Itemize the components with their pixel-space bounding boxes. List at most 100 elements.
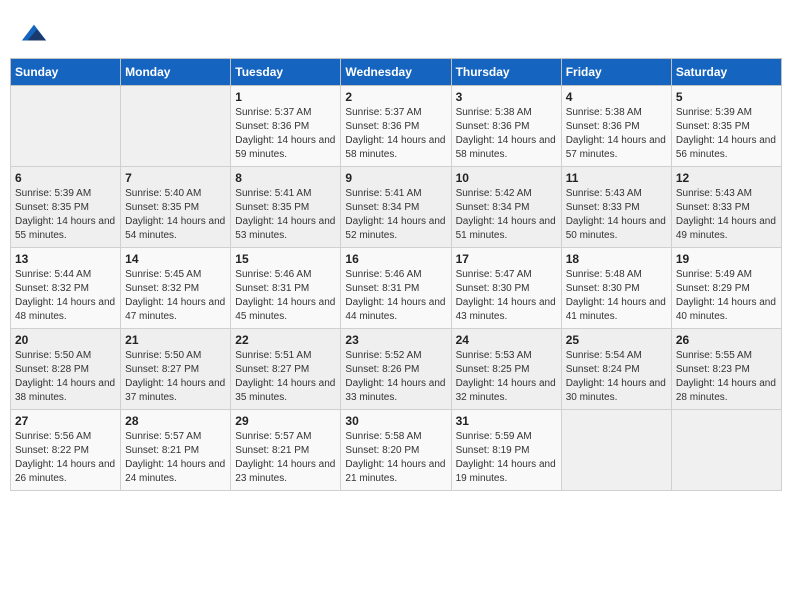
day-number: 9: [345, 171, 446, 185]
calendar-cell: 7Sunrise: 5:40 AMSunset: 8:35 PMDaylight…: [121, 167, 231, 248]
day-number: 26: [676, 333, 777, 347]
cell-content: Sunrise: 5:38 AMSunset: 8:36 PMDaylight:…: [456, 106, 557, 162]
cell-content: Sunrise: 5:38 AMSunset: 8:36 PMDaylight:…: [566, 106, 667, 162]
calendar-week-row: 20Sunrise: 5:50 AMSunset: 8:28 PMDayligh…: [11, 329, 782, 410]
cell-content: Sunrise: 5:41 AMSunset: 8:34 PMDaylight:…: [345, 187, 446, 243]
cell-content: Sunrise: 5:50 AMSunset: 8:27 PMDaylight:…: [125, 349, 226, 405]
calendar-cell: 13 Sunrise: 5:44 AMSunset: 8:32 PMDayligh…: [11, 248, 121, 329]
calendar-cell: 3 Sunrise: 5:38 AMSunset: 8:36 PMDaylight…: [451, 86, 561, 167]
cell-content: Sunrise: 5:59 AMSunset: 8:19 PMDaylight:…: [456, 430, 557, 486]
calendar-cell: 1 Sunrise: 5:37 AMSunset: 8:36 PMDaylight…: [231, 86, 341, 167]
weekday-header-monday: Monday: [121, 59, 231, 86]
day-number: 1: [235, 90, 336, 104]
calendar-cell: 28Sunrise: 5:57 AMSunset: 8:21 PMDayligh…: [121, 410, 231, 491]
page-header: [10, 10, 782, 53]
calendar-cell: 25Sunrise: 5:54 AMSunset: 8:24 PMDayligh…: [561, 329, 671, 410]
day-number: 24: [456, 333, 557, 347]
day-number: 25: [566, 333, 667, 347]
day-number: 15: [235, 252, 336, 266]
calendar-cell: 26 Sunrise: 5:55 AMSunset: 8:23 PMDayligh…: [671, 329, 781, 410]
cell-content: Sunrise: 5:46 AMSunset: 8:31 PMDaylight:…: [345, 268, 446, 324]
weekday-header-saturday: Saturday: [671, 59, 781, 86]
day-number: 7: [125, 171, 226, 185]
cell-content: Sunrise: 5:43 AMSunset: 8:33 PMDaylight:…: [676, 187, 777, 243]
calendar-cell: 8Sunrise: 5:41 AMSunset: 8:35 PMDaylight…: [231, 167, 341, 248]
day-number: 3: [456, 90, 557, 104]
cell-content: Sunrise: 5:51 AMSunset: 8:27 PMDaylight:…: [235, 349, 336, 405]
cell-content: Sunrise: 5:45 AMSunset: 8:32 PMDaylight:…: [125, 268, 226, 324]
cell-content: Sunrise: 5:58 AMSunset: 8:20 PMDaylight:…: [345, 430, 446, 486]
calendar-week-row: 6 Sunrise: 5:39 AMSunset: 8:35 PMDaylight…: [11, 167, 782, 248]
calendar-cell: [121, 86, 231, 167]
day-number: 21: [125, 333, 226, 347]
day-number: 23: [345, 333, 446, 347]
day-number: 16: [345, 252, 446, 266]
weekday-header-friday: Friday: [561, 59, 671, 86]
day-number: 10: [456, 171, 557, 185]
calendar-cell: 9 Sunrise: 5:41 AMSunset: 8:34 PMDaylight…: [341, 167, 451, 248]
calendar-cell: 16 Sunrise: 5:46 AMSunset: 8:31 PMDayligh…: [341, 248, 451, 329]
day-number: 29: [235, 414, 336, 428]
calendar-table: SundayMondayTuesdayWednesdayThursdayFrid…: [10, 58, 782, 491]
cell-content: Sunrise: 5:46 AMSunset: 8:31 PMDaylight:…: [235, 268, 336, 324]
calendar-cell: 6 Sunrise: 5:39 AMSunset: 8:35 PMDaylight…: [11, 167, 121, 248]
calendar-cell: 18 Sunrise: 5:48 AMSunset: 8:30 PMDayligh…: [561, 248, 671, 329]
cell-content: Sunrise: 5:37 AMSunset: 8:36 PMDaylight:…: [345, 106, 446, 162]
calendar-cell: 4 Sunrise: 5:38 AMSunset: 8:36 PMDaylight…: [561, 86, 671, 167]
cell-content: Sunrise: 5:49 AMSunset: 8:29 PMDaylight:…: [676, 268, 777, 324]
cell-content: Sunrise: 5:39 AMSunset: 8:35 PMDaylight:…: [676, 106, 777, 162]
calendar-cell: 19Sunrise: 5:49 AMSunset: 8:29 PMDayligh…: [671, 248, 781, 329]
day-number: 6: [15, 171, 116, 185]
day-number: 13: [15, 252, 116, 266]
calendar-cell: 23 Sunrise: 5:52 AMSunset: 8:26 PMDayligh…: [341, 329, 451, 410]
cell-content: Sunrise: 5:56 AMSunset: 8:22 PMDaylight:…: [15, 430, 116, 486]
cell-content: Sunrise: 5:53 AMSunset: 8:25 PMDaylight:…: [456, 349, 557, 405]
calendar-cell: 27 Sunrise: 5:56 AMSunset: 8:22 PMDayligh…: [11, 410, 121, 491]
day-number: 2: [345, 90, 446, 104]
calendar-cell: 15 Sunrise: 5:46 AMSunset: 8:31 PMDayligh…: [231, 248, 341, 329]
calendar-cell: [11, 86, 121, 167]
day-number: 20: [15, 333, 116, 347]
calendar-cell: 31 Sunrise: 5:59 AMSunset: 8:19 PMDayligh…: [451, 410, 561, 491]
day-number: 31: [456, 414, 557, 428]
day-number: 4: [566, 90, 667, 104]
weekday-header-wednesday: Wednesday: [341, 59, 451, 86]
calendar-cell: 24 Sunrise: 5:53 AMSunset: 8:25 PMDayligh…: [451, 329, 561, 410]
day-number: 11: [566, 171, 667, 185]
day-number: 14: [125, 252, 226, 266]
day-number: 22: [235, 333, 336, 347]
day-number: 12: [676, 171, 777, 185]
calendar-cell: 30 Sunrise: 5:58 AMSunset: 8:20 PMDayligh…: [341, 410, 451, 491]
calendar-week-row: 1 Sunrise: 5:37 AMSunset: 8:36 PMDaylight…: [11, 86, 782, 167]
calendar-cell: 22 Sunrise: 5:51 AMSunset: 8:27 PMDayligh…: [231, 329, 341, 410]
cell-content: Sunrise: 5:57 AMSunset: 8:21 PMDaylight:…: [125, 430, 226, 486]
cell-content: Sunrise: 5:55 AMSunset: 8:23 PMDaylight:…: [676, 349, 777, 405]
calendar-cell: 12 Sunrise: 5:43 AMSunset: 8:33 PMDayligh…: [671, 167, 781, 248]
logo-icon: [20, 20, 48, 48]
cell-content: Sunrise: 5:42 AMSunset: 8:34 PMDaylight:…: [456, 187, 557, 243]
weekday-header-sunday: Sunday: [11, 59, 121, 86]
cell-content: Sunrise: 5:48 AMSunset: 8:30 PMDaylight:…: [566, 268, 667, 324]
calendar-cell: [561, 410, 671, 491]
cell-content: Sunrise: 5:52 AMSunset: 8:26 PMDaylight:…: [345, 349, 446, 405]
logo: [20, 20, 50, 48]
cell-content: Sunrise: 5:44 AMSunset: 8:32 PMDaylight:…: [15, 268, 116, 324]
calendar-cell: 21 Sunrise: 5:50 AMSunset: 8:27 PMDayligh…: [121, 329, 231, 410]
cell-content: Sunrise: 5:57 AMSunset: 8:21 PMDaylight:…: [235, 430, 336, 486]
day-number: 5: [676, 90, 777, 104]
cell-content: Sunrise: 5:37 AMSunset: 8:36 PMDaylight:…: [235, 106, 336, 162]
day-number: 17: [456, 252, 557, 266]
day-number: 30: [345, 414, 446, 428]
calendar-cell: 29 Sunrise: 5:57 AMSunset: 8:21 PMDayligh…: [231, 410, 341, 491]
calendar-week-row: 13 Sunrise: 5:44 AMSunset: 8:32 PMDayligh…: [11, 248, 782, 329]
weekday-header-row: SundayMondayTuesdayWednesdayThursdayFrid…: [11, 59, 782, 86]
cell-content: Sunrise: 5:39 AMSunset: 8:35 PMDaylight:…: [15, 187, 116, 243]
day-number: 27: [15, 414, 116, 428]
calendar-cell: 2 Sunrise: 5:37 AMSunset: 8:36 PMDaylight…: [341, 86, 451, 167]
cell-content: Sunrise: 5:41 AMSunset: 8:35 PMDaylight:…: [235, 187, 336, 243]
calendar-cell: 10 Sunrise: 5:42 AMSunset: 8:34 PMDayligh…: [451, 167, 561, 248]
calendar-cell: 5 Sunrise: 5:39 AMSunset: 8:35 PMDaylight…: [671, 86, 781, 167]
day-number: 18: [566, 252, 667, 266]
cell-content: Sunrise: 5:43 AMSunset: 8:33 PMDaylight:…: [566, 187, 667, 243]
calendar-cell: 14 Sunrise: 5:45 AMSunset: 8:32 PMDayligh…: [121, 248, 231, 329]
